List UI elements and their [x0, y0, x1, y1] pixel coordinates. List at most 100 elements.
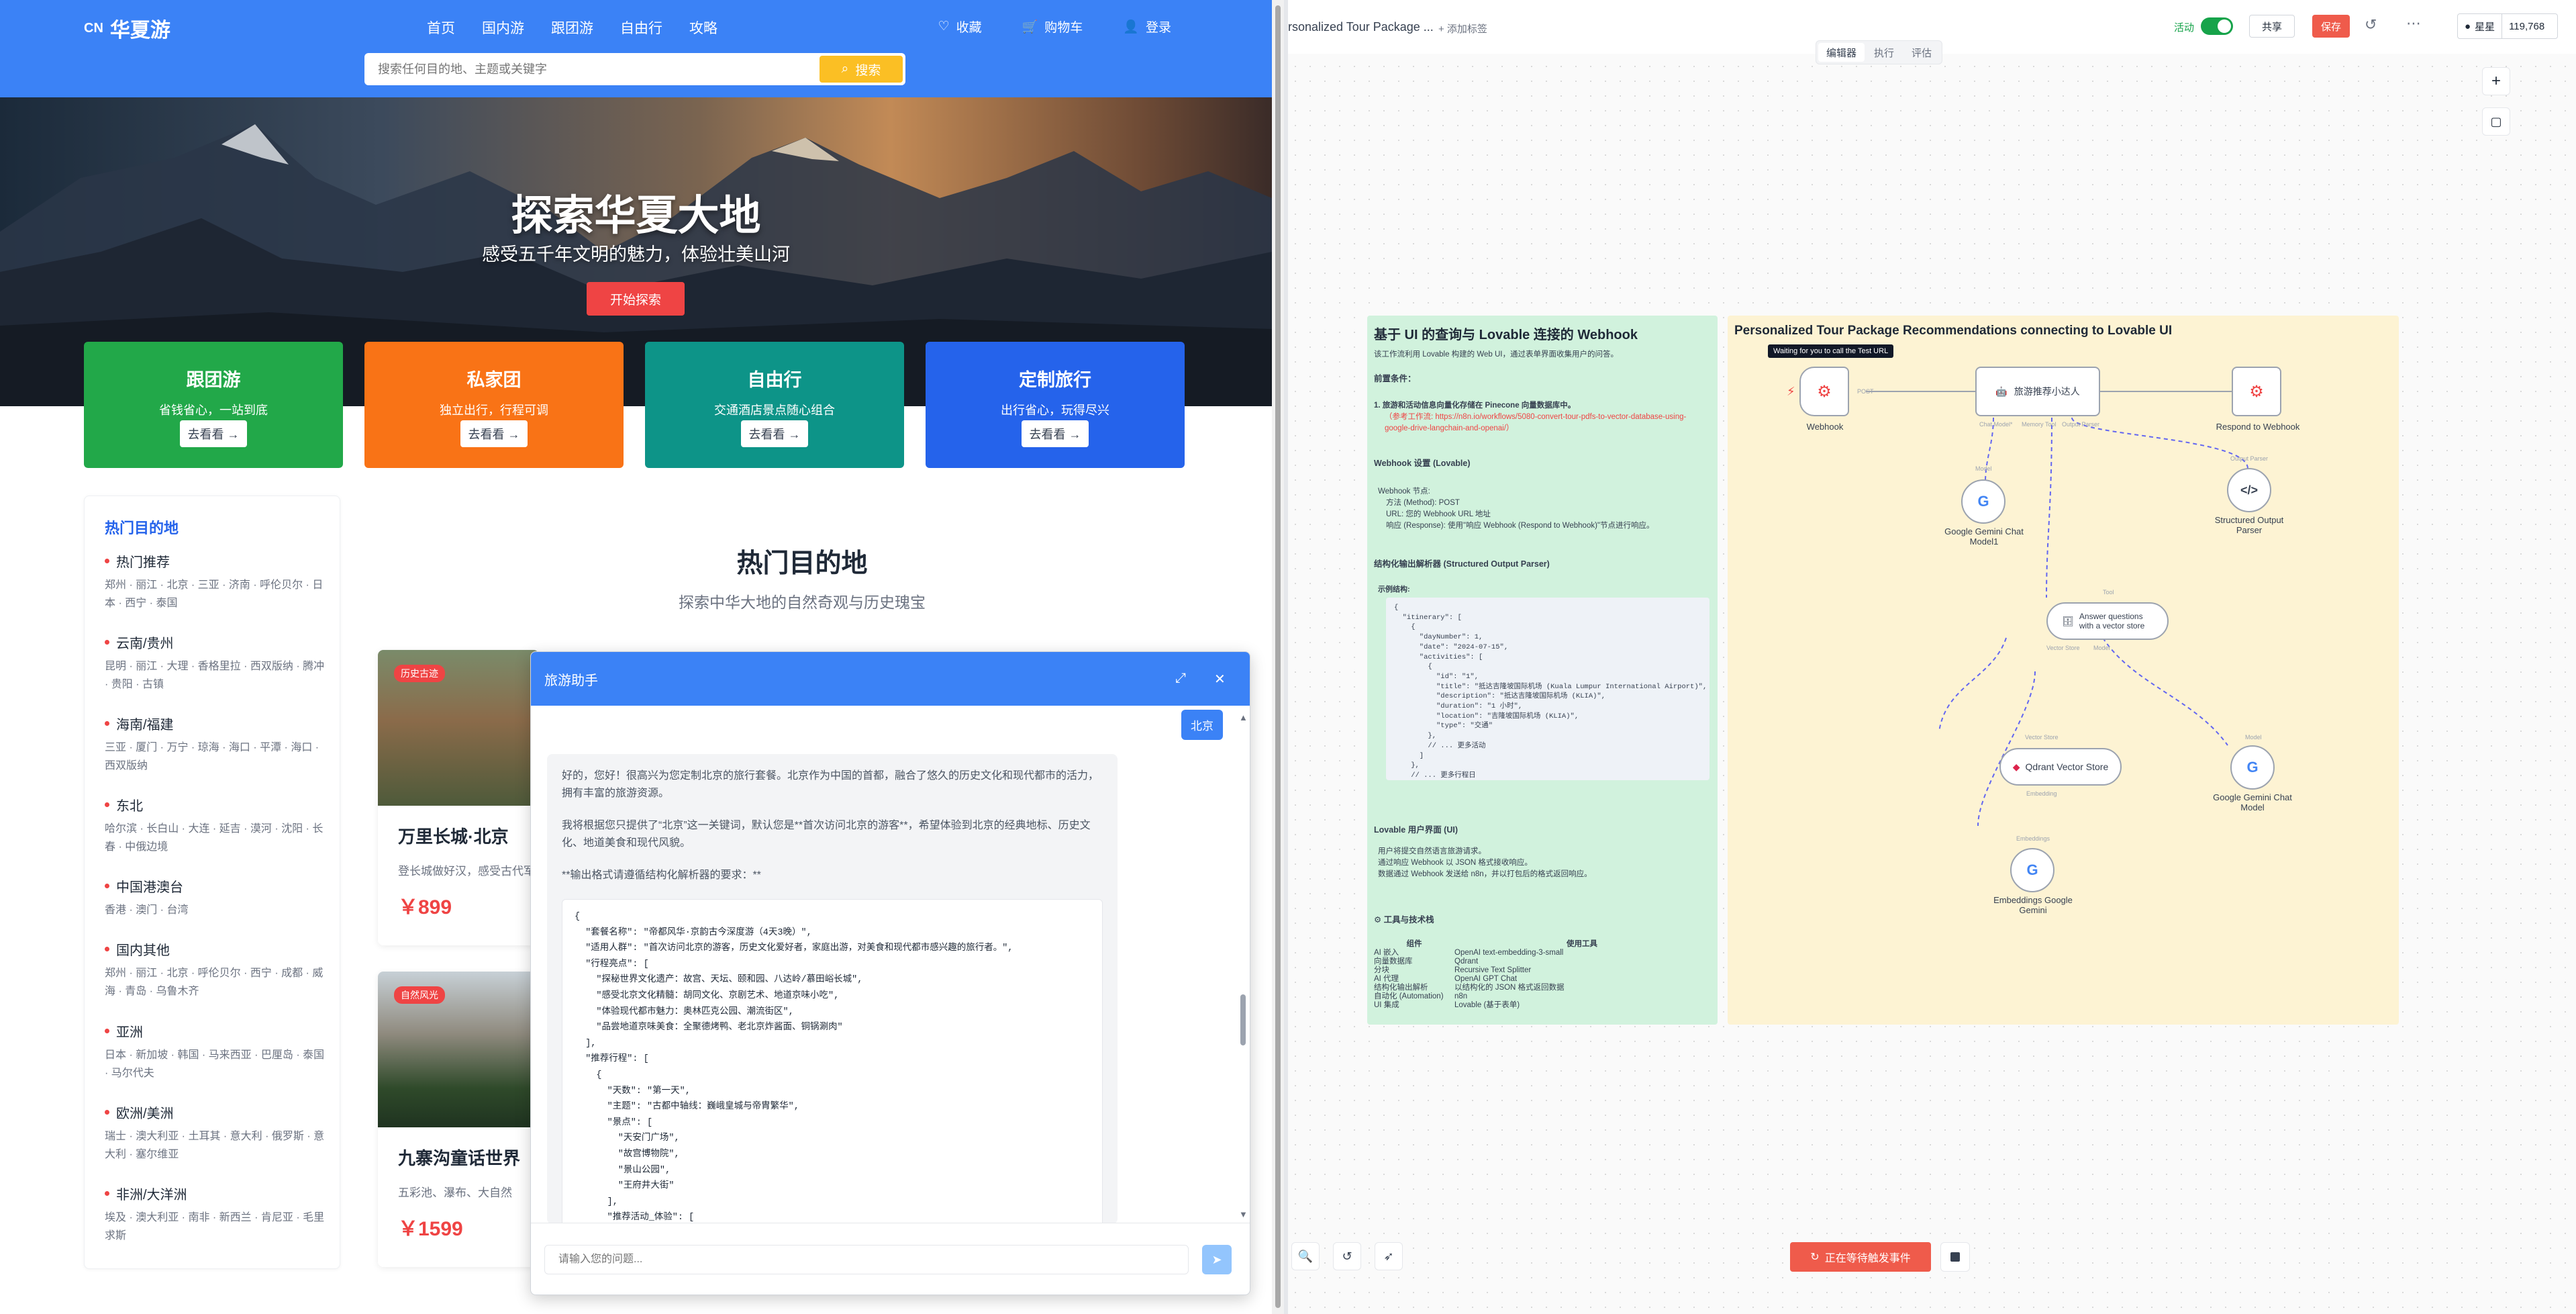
destination-card[interactable]: 自然风光 九寨沟童话世界 五彩池、瀑布、大自然 ￥1599 [378, 972, 539, 1267]
webhook-icon: ⚙ [1817, 382, 1832, 401]
dest-group[interactable]: 东北哈尔滨 · 长白山 · 大连 · 延吉 · 漠河 · 沈阳 · 长春 · 中… [105, 795, 326, 856]
nav-group-tour[interactable]: 跟团游 [551, 17, 593, 38]
respond-webhook-node[interactable]: ⚙ [2232, 367, 2281, 416]
embeddings-gemini-node[interactable]: G [2010, 848, 2054, 892]
dest-group-items[interactable]: 昆明 · 丽江 · 大理 · 香格里拉 · 西双版纳 · 腾冲 · 贵阳 · 古… [105, 657, 326, 694]
vector-store-tool-node[interactable]: 🗄 Answer questions with a vector store [2046, 602, 2169, 640]
nav-domestic[interactable]: 国内游 [482, 17, 524, 38]
scroll-up-icon[interactable]: ▲ [1239, 712, 1248, 722]
card-desc: 交通酒店景点随心组合 [714, 404, 835, 417]
node-label: Google Gemini Chat Model1 [1944, 526, 2024, 547]
dest-group[interactable]: 云南/贵州昆明 · 丽江 · 大理 · 香格里拉 · 西双版纳 · 腾冲 · 贵… [105, 632, 326, 694]
dest-group-items[interactable]: 埃及 · 澳大利亚 · 南非 · 新西兰 · 肯尼亚 · 毛里求斯 [105, 1209, 326, 1245]
dest-group-name[interactable]: 海南/福建 [105, 714, 326, 733]
dest-group-name[interactable]: 云南/贵州 [105, 632, 326, 652]
dest-group[interactable]: 非洲/大洋洲埃及 · 澳大利亚 · 南非 · 新西兰 · 肯尼亚 · 毛里求斯 [105, 1184, 326, 1245]
dest-group[interactable]: 国内其他郑州 · 丽江 · 北京 · 呼伦贝尔 · 西宁 · 成都 · 威海 ·… [105, 939, 326, 1000]
expand-icon[interactable]: ⤢ [1175, 671, 1186, 686]
dest-group[interactable]: 海南/福建三亚 · 厦门 · 万宁 · 琼海 · 海口 · 平潭 · 海口 · … [105, 714, 326, 775]
dest-group-name[interactable]: 欧洲/美洲 [105, 1102, 326, 1122]
zoom-out-button[interactable]: 🔍 [1291, 1242, 1320, 1270]
node-label: 旅游推荐小达人 [2014, 386, 2080, 397]
dest-group-name[interactable]: 非洲/大洋洲 [105, 1184, 326, 1203]
card-title: 跟团游 [186, 370, 241, 390]
dest-group-name[interactable]: 东北 [105, 795, 326, 814]
search-button-label: 搜索 [855, 63, 881, 78]
port-label: Tool [2103, 589, 2114, 596]
scroll-down-icon[interactable]: ▼ [1239, 1209, 1248, 1219]
port-label: POST [1857, 388, 1874, 395]
google-icon: G [2026, 861, 2038, 878]
page-scrollbar[interactable] [1272, 0, 1284, 1314]
page-scroll-thumb[interactable] [1275, 5, 1281, 1308]
dest-group-items[interactable]: 郑州 · 丽江 · 北京 · 三亚 · 济南 · 呼伦贝尔 · 日本 · 西宁 … [105, 576, 326, 612]
section-subtitle: 探索中华大地的自然奇观与历史瑰宝 [679, 594, 926, 611]
dest-group-items[interactable]: 三亚 · 厦门 · 万宁 · 琼海 · 海口 · 平潭 · 海口 · 西双版纳 [105, 739, 326, 775]
card-go-button[interactable]: 去看看 → [741, 420, 808, 447]
category-card-private-tour[interactable]: 私家团 独立出行，行程可调 去看看 → [364, 342, 624, 468]
workflow-editor: rsonalized Tour Package ... + 添加标签 活动 共享… [1288, 0, 2576, 1314]
search-icon: ⌕ [841, 62, 849, 76]
category-card-free-travel[interactable]: 自由行 交通酒店景点随心组合 去看看 → [645, 342, 904, 468]
dest-group-name[interactable]: 中国港澳台 [105, 876, 326, 896]
search-input[interactable] [364, 53, 821, 85]
node-label: Google Gemini Chat Model [2213, 792, 2292, 812]
scroll-thumb[interactable] [1240, 994, 1246, 1045]
category-cards: 跟团游 省钱省心，一站到底 去看看 → 私家团 独立出行，行程可调 去看看 → 自由行交… [84, 342, 1185, 468]
card-go-button[interactable]: 去看看 → [1022, 420, 1089, 447]
category-card-custom-trip[interactable]: 定制旅行 出行省心，玩得尽兴 去看看 → [926, 342, 1185, 468]
dest-group[interactable]: 亚洲日本 · 新加坡 · 韩国 · 马来西亚 · 巴厘岛 · 泰国 · 马尔代夫 [105, 1021, 326, 1082]
chat-widget: 旅游助手 ⤢ ✕ 北京 好的，您好！很高兴为您定制北京的旅行套餐。北京作为中国的… [530, 651, 1250, 1295]
dest-group-items[interactable]: 香港 · 澳门 · 台湾 [105, 901, 326, 919]
dest-group-name[interactable]: 热门推荐 [105, 551, 326, 571]
card-go-button[interactable]: 去看看 → [180, 420, 247, 447]
card-go-button[interactable]: 去看看 → [460, 420, 528, 447]
dest-group-name[interactable]: 亚洲 [105, 1021, 326, 1041]
hero-title: 探索华夏大地 [511, 193, 761, 239]
waiting-trigger-button[interactable]: ↻ 正在等待触发事件 [1790, 1242, 1931, 1272]
search-button[interactable]: ⌕ 搜索 [820, 56, 903, 83]
reset-zoom-button[interactable]: ↺ [1333, 1242, 1361, 1270]
zoom-out-icon: 🔍 [1297, 1249, 1314, 1263]
webhook-icon: ⚙ [2249, 382, 2264, 401]
dest-group-items[interactable]: 日本 · 新加坡 · 韩国 · 马来西亚 · 巴厘岛 · 泰国 · 马尔代夫 [105, 1046, 326, 1082]
destination-card[interactable]: 历史古迹 万里长城·北京 登长城做好汉，感受古代军事壮观 ￥899 [378, 650, 539, 945]
dest-group[interactable]: 欧洲/美洲瑞士 · 澳大利亚 · 土耳其 · 意大利 · 俄罗斯 · 意大利 ·… [105, 1102, 326, 1164]
card-name: 万里长城·北京 [398, 827, 509, 847]
dest-group-name[interactable]: 国内其他 [105, 939, 326, 959]
dest-group-items[interactable]: 哈尔滨 · 长白山 · 大连 · 延吉 · 漠河 · 沈阳 · 长春 · 中俄边… [105, 820, 326, 856]
structured-output-parser-node[interactable]: </> [2227, 468, 2271, 512]
cart-link[interactable]: 🛒 购物车 [1022, 17, 1083, 36]
dest-group[interactable]: 热门推荐郑州 · 丽江 · 北京 · 三亚 · 济南 · 呼伦贝尔 · 日本 ·… [105, 551, 326, 612]
ai-agent-node[interactable]: 🤖 旅游推荐小达人 [1975, 367, 2100, 416]
logo-prefix: CN [84, 20, 103, 36]
nav-free-travel[interactable]: 自由行 [620, 17, 662, 38]
chat-title: 旅游助手 [544, 673, 598, 688]
dest-group[interactable]: 中国港澳台香港 · 澳门 · 台湾 [105, 876, 326, 919]
stop-button[interactable] [1940, 1242, 1970, 1272]
nav-home[interactable]: 首页 [427, 17, 455, 38]
port-label: Memory [2022, 421, 2044, 428]
gemini-chat-model1-node[interactable]: G [1961, 479, 2005, 524]
card-name: 九寨沟童话世界 [398, 1148, 521, 1168]
login-link[interactable]: 👤 登录 [1123, 17, 1171, 36]
webhook-node[interactable]: ⚙ [1799, 367, 1849, 416]
close-icon[interactable]: ✕ [1214, 671, 1226, 688]
send-button[interactable]: ➤ [1202, 1245, 1232, 1274]
tidy-up-button[interactable]: ➶ [1375, 1242, 1403, 1270]
favorites-link[interactable]: ♡ 收藏 [938, 17, 982, 36]
qdrant-node[interactable]: ◆ Qdrant Vector Store [1999, 748, 2122, 786]
start-explore-button[interactable]: 开始探索 [587, 282, 685, 316]
dest-group-items[interactable]: 瑞士 · 澳大利亚 · 土耳其 · 意大利 · 俄罗斯 · 意大利 · 塞尔维亚 [105, 1127, 326, 1164]
category-card-group-tour[interactable]: 跟团游 省钱省心，一站到底 去看看 → [84, 342, 343, 468]
port-label: Output Parser [2230, 455, 2269, 462]
chat-scrollbar[interactable]: ▲ ▼ [1239, 712, 1248, 1223]
assistant-code-block: { "套餐名称": "帝都风华·京韵古今深度游（4天3晚）", "适用人群": … [562, 899, 1103, 1223]
gemini-chat-model-node[interactable]: G [2230, 745, 2275, 790]
chat-input[interactable] [544, 1245, 1189, 1274]
dest-group-items[interactable]: 郑州 · 丽江 · 北京 · 呼伦贝尔 · 西宁 · 成都 · 威海 · 青岛 … [105, 964, 326, 1000]
nav-guides[interactable]: 攻略 [689, 17, 717, 38]
site-logo[interactable]: CN 华夏游 [84, 13, 170, 43]
search-bar: ⌕ 搜索 [364, 53, 905, 85]
